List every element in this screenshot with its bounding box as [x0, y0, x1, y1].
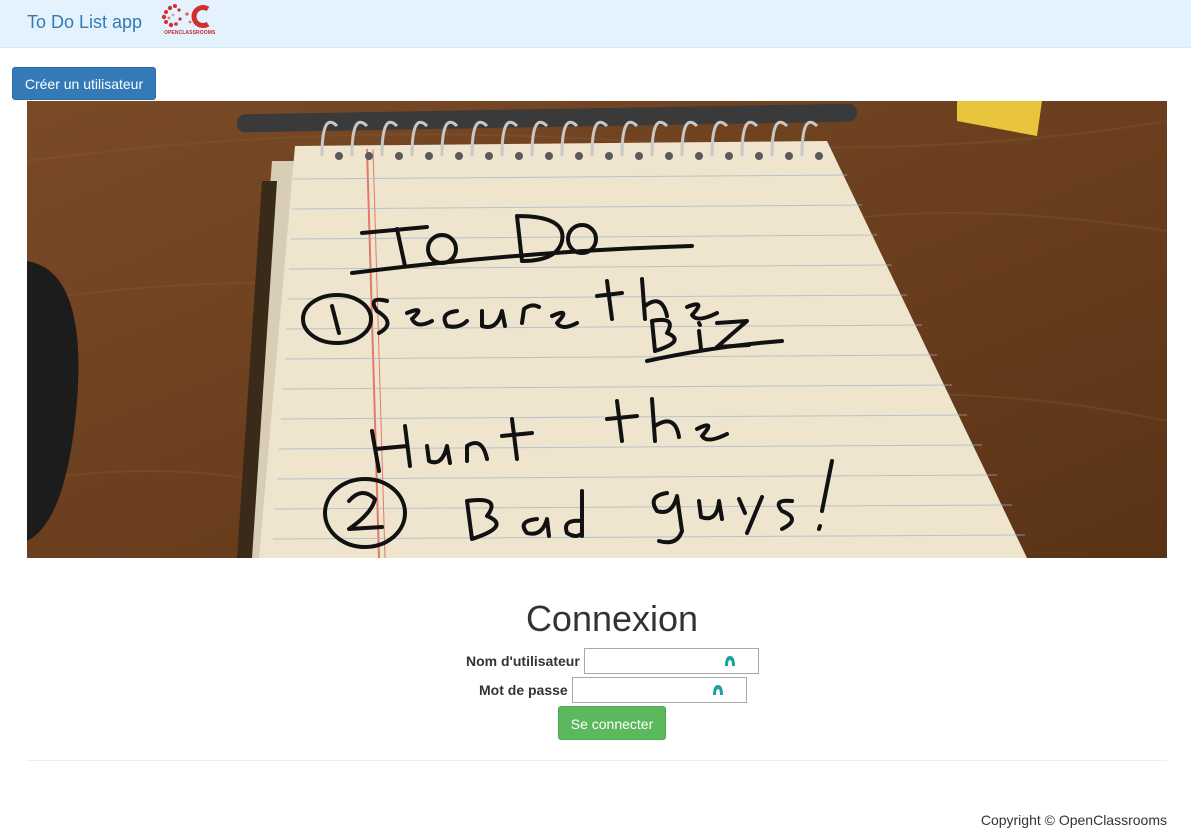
autofill-key-icon[interactable]: [723, 654, 737, 668]
password-field-wrap: [571, 677, 747, 703]
page-title: Connexion: [525, 598, 699, 639]
hero-image: [27, 101, 1167, 558]
todo-notepad-icon: [27, 101, 1167, 558]
username-row: Nom d'utilisateur: [466, 648, 759, 674]
logo-text: OPENCLASSROOMS: [164, 30, 216, 36]
password-label: Mot de passe: [479, 682, 568, 698]
username-label: Nom d'utilisateur: [466, 653, 580, 669]
navbar: To Do List app OPENCLASSROOMS: [0, 0, 1191, 48]
create-user-button[interactable]: Créer un utilisateur: [12, 67, 156, 100]
divider: [27, 760, 1167, 761]
username-field-wrap: [583, 648, 759, 674]
autofill-key-icon[interactable]: [711, 683, 725, 697]
oc-logo-icon: [161, 4, 210, 28]
footer-copyright: Copyright © OpenClassrooms: [980, 812, 1167, 828]
login-button[interactable]: Se connecter: [558, 706, 666, 740]
brand-link[interactable]: To Do List app: [27, 12, 142, 33]
password-row: Mot de passe: [479, 677, 747, 703]
openclassrooms-logo[interactable]: OPENCLASSROOMS: [160, 2, 220, 40]
